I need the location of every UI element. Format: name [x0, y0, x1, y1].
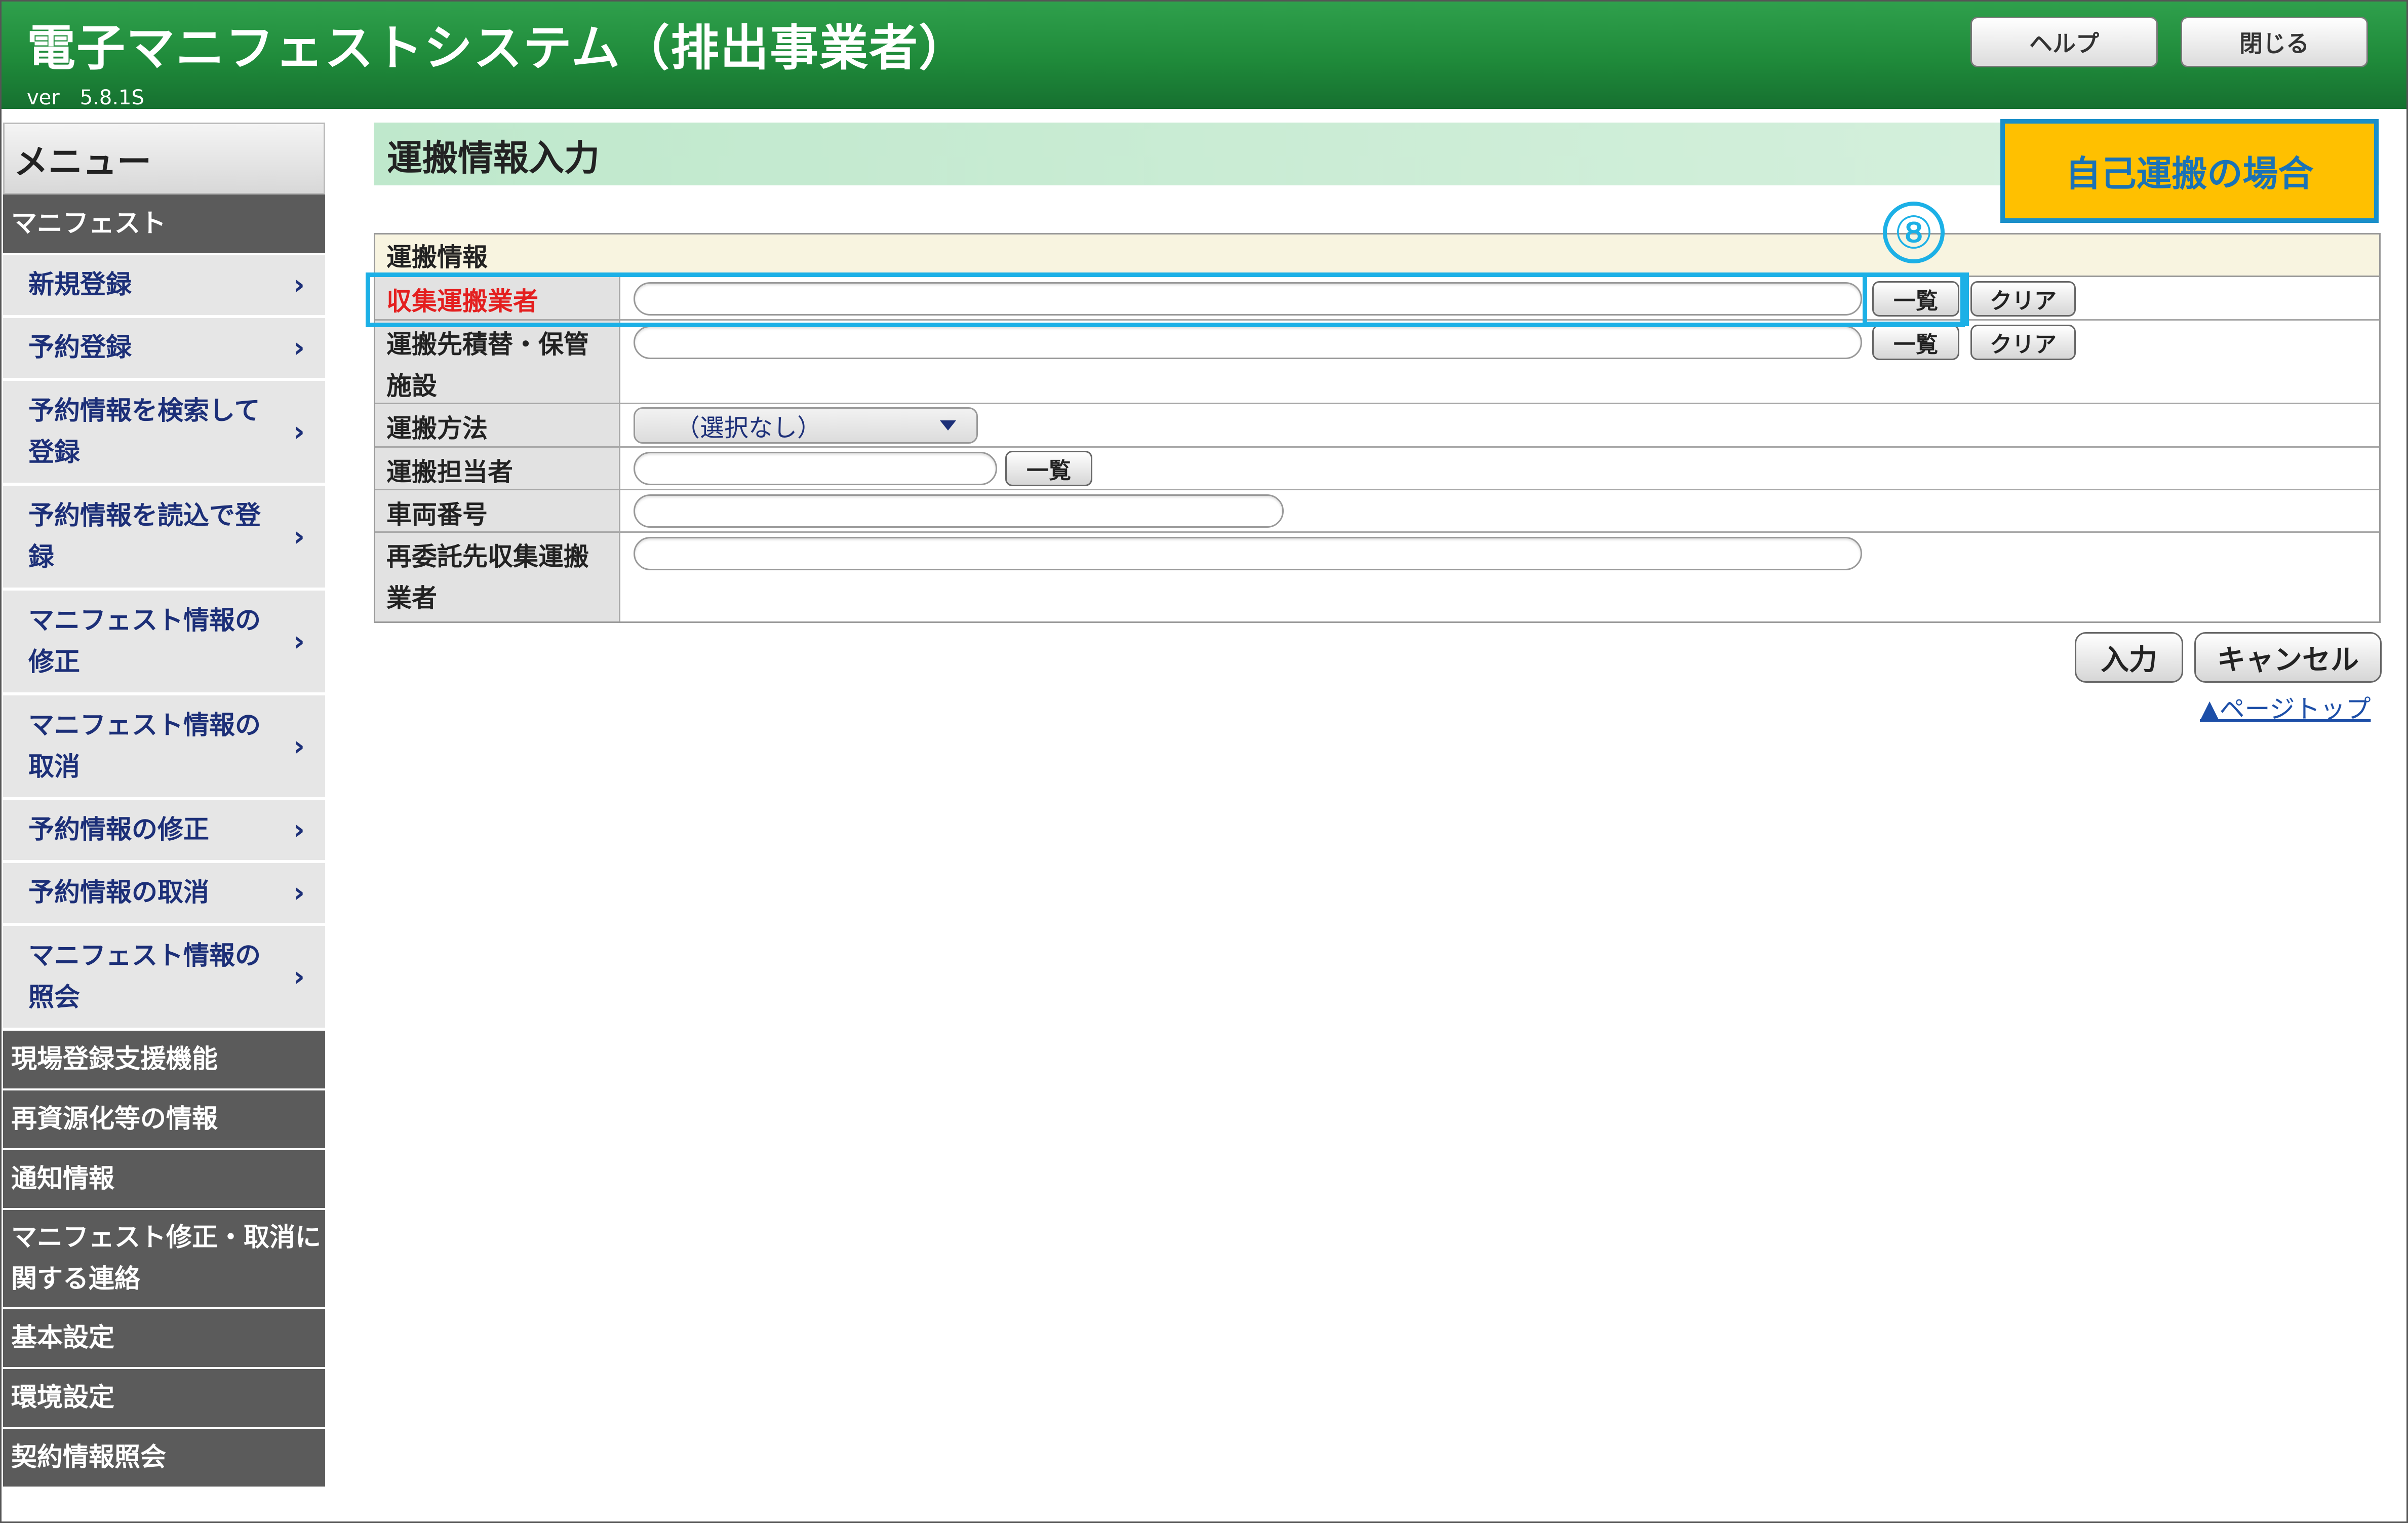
chevron-right-icon: › — [293, 876, 305, 909]
sidebar-item-label: 予約登録 — [28, 333, 132, 363]
submit-button[interactable]: 入力 — [2075, 632, 2183, 683]
sidebar-item-reservation-registration[interactable]: 予約登録 › — [3, 318, 325, 381]
sidebar-item-label: マニフェスト情報の照会 — [28, 941, 261, 1012]
sidebar-item-label: 予約情報の修正 — [28, 815, 210, 845]
form-section-header: 運搬情報 — [375, 235, 2379, 277]
vehicle-number-input[interactable] — [634, 494, 1284, 528]
sidebar-item-edit-manifest[interactable]: マニフェスト情報の修正 › — [3, 591, 325, 695]
page-title: 運搬情報入力 — [387, 137, 600, 179]
step-marker: ⑧ — [1883, 202, 1945, 263]
sidebar-section-recycling-info[interactable]: 再資源化等の情報 — [3, 1090, 325, 1150]
chevron-right-icon: › — [293, 813, 305, 846]
sidebar-item-label: 予約情報を検索して登録 — [28, 396, 260, 467]
vehicle-label: 車両番号 — [375, 490, 620, 531]
sidebar-item-label: マニフェスト情報の取消 — [28, 710, 261, 782]
vehicle-row: 車両番号 — [375, 490, 2379, 533]
destination-input[interactable] — [634, 326, 1862, 359]
sidebar-item-cancel-reservation[interactable]: 予約情報の取消 › — [3, 863, 325, 926]
chevron-right-icon: › — [293, 624, 305, 658]
sidebar-section-site-registration[interactable]: 現場登録支援機能 — [3, 1031, 325, 1090]
sidebar-item-label: 予約情報の取消 — [28, 878, 210, 908]
self-transport-callout: 自己運搬の場合 — [2000, 119, 2379, 223]
sidebar-section-correction-contact[interactable]: マニフェスト修正・取消に関する連絡 — [3, 1210, 325, 1309]
dropdown-arrow-icon — [940, 420, 956, 431]
sidebar-section-basic-settings[interactable]: 基本設定 — [3, 1309, 325, 1369]
chevron-right-icon: › — [293, 268, 305, 301]
chevron-right-icon: › — [293, 520, 305, 553]
app-header: 電子マニフェストシステム（排出事業者） ver 5.8.1S ヘルプ 閉じる — [2, 2, 2406, 109]
sidebar-section-environment-settings[interactable]: 環境設定 — [3, 1369, 325, 1429]
page-top-link[interactable]: ▲ページトップ — [2200, 689, 2371, 725]
chevron-right-icon: › — [293, 960, 305, 993]
person-label: 運搬担当者 — [375, 448, 620, 489]
sidebar-item-search-reservation[interactable]: 予約情報を検索して登録 › — [3, 381, 325, 486]
menu-heading: メニュー — [3, 123, 325, 194]
subcontract-row: 再委託先収集運搬業者 — [375, 533, 2379, 621]
destination-list-button[interactable]: 一覧 — [1872, 325, 1959, 360]
sidebar-menu: メニュー マニフェスト 新規登録 › 予約登録 › 予約情報を検索して登録 › … — [3, 123, 325, 1489]
subcontract-input[interactable] — [634, 537, 1862, 570]
window-frame — [0, 0, 2408, 1523]
sidebar-item-edit-reservation[interactable]: 予約情報の修正 › — [3, 800, 325, 863]
sidebar-item-label: マニフェスト情報の修正 — [28, 605, 261, 677]
sidebar-item-new-registration[interactable]: 新規登録 › — [3, 255, 325, 318]
method-label: 運搬方法 — [375, 404, 620, 446]
sidebar-item-label: 新規登録 — [28, 270, 132, 300]
list-button-highlight — [1863, 272, 1969, 326]
sidebar-section-contract-info[interactable]: 契約情報照会 — [3, 1429, 325, 1489]
sidebar-item-load-reservation[interactable]: 予約情報を読込で登録 › — [3, 486, 325, 591]
chevron-right-icon: › — [293, 415, 305, 448]
app-version: ver 5.8.1S — [27, 86, 144, 109]
collector-row-highlight — [366, 272, 1965, 327]
sidebar-item-label: 予約情報を読込で登録 — [28, 500, 261, 572]
chevron-right-icon: › — [293, 331, 305, 364]
chevron-right-icon: › — [293, 729, 305, 763]
app-title: 電子マニフェストシステム（排出事業者） — [27, 20, 969, 76]
method-selected-value: （選択なし） — [676, 414, 822, 442]
destination-clear-button[interactable]: クリア — [1970, 325, 2076, 360]
sidebar-item-view-manifest[interactable]: マニフェスト情報の照会 › — [3, 926, 325, 1031]
help-button[interactable]: ヘルプ — [1970, 17, 2158, 67]
destination-row: 運搬先積替・保管施設 一覧 クリア — [375, 321, 2379, 404]
destination-label: 運搬先積替・保管施設 — [375, 321, 620, 403]
person-row: 運搬担当者 一覧 — [375, 448, 2379, 490]
cancel-button[interactable]: キャンセル — [2194, 632, 2382, 683]
close-button[interactable]: 閉じる — [2181, 17, 2368, 67]
collector-clear-button[interactable]: クリア — [1970, 281, 2076, 317]
sidebar-section-notifications[interactable]: 通知情報 — [3, 1150, 325, 1210]
subcontract-label: 再委託先収集運搬業者 — [375, 533, 620, 621]
method-row: 運搬方法 （選択なし） — [375, 404, 2379, 448]
sidebar-section-manifest[interactable]: マニフェスト — [3, 194, 325, 255]
person-list-button[interactable]: 一覧 — [1005, 451, 1092, 486]
person-input[interactable] — [634, 452, 997, 485]
method-select[interactable]: （選択なし） — [634, 407, 978, 444]
sidebar-item-cancel-manifest[interactable]: マニフェスト情報の取消 › — [3, 695, 325, 800]
